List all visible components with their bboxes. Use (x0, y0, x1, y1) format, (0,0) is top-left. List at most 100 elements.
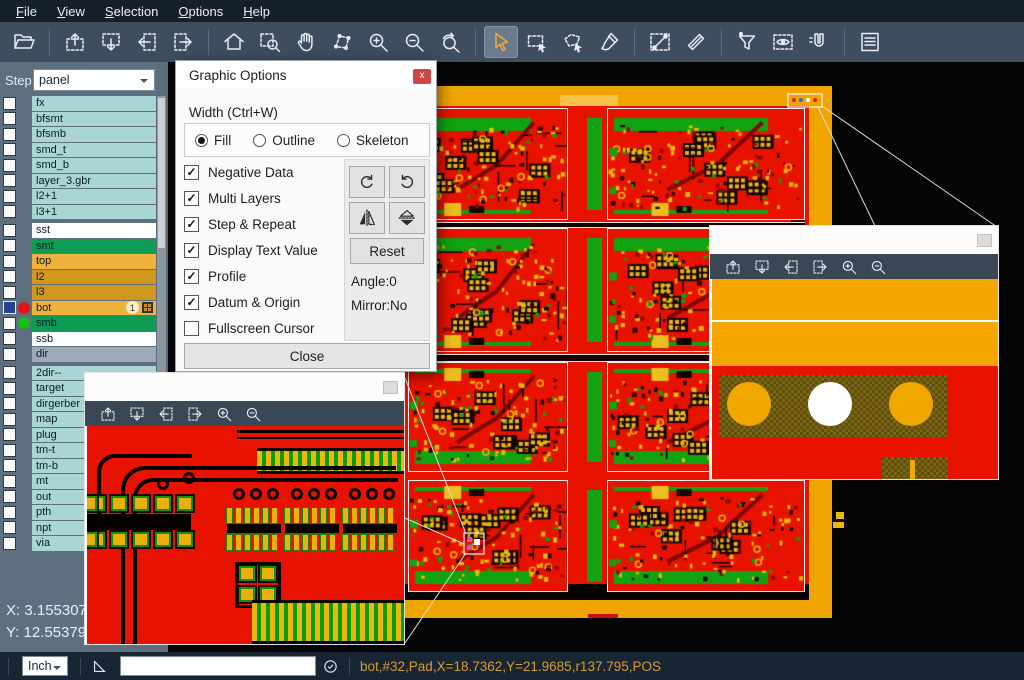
layer-name-cell[interactable]: fx (32, 96, 156, 111)
layer-row-top[interactable]: top (0, 254, 156, 269)
layer-checkbox[interactable] (3, 332, 16, 345)
region-zoom-button[interactable] (325, 26, 359, 58)
window-button[interactable] (383, 381, 398, 394)
poly-select-button[interactable] (556, 26, 590, 58)
zoom-out-button[interactable] (397, 26, 431, 58)
filter-button[interactable] (730, 26, 764, 58)
layer-row-bfsmb[interactable]: bfsmb (0, 127, 156, 142)
layer-row-l2[interactable]: l2 (0, 270, 156, 285)
layer-checkbox[interactable] (3, 475, 16, 488)
checkbox-datum-origin[interactable]: ✓Datum & Origin (184, 289, 318, 315)
zoom-out-button[interactable] (864, 256, 891, 278)
checkbox-fullscreen-cursor[interactable]: Fullscreen Cursor (184, 315, 318, 341)
panel-up-button[interactable] (719, 256, 746, 278)
radio-skeleton[interactable]: Skeleton (337, 133, 409, 148)
layer-row-fx[interactable]: fx (0, 96, 156, 111)
layer-checkbox[interactable] (3, 444, 16, 457)
panel-up-button[interactable] (94, 403, 121, 425)
magnifier-view[interactable] (712, 279, 998, 479)
menu-help[interactable]: Help (233, 2, 280, 21)
magnifier-title-bar[interactable] (710, 226, 998, 254)
layer-checkbox[interactable] (3, 112, 16, 125)
folder-open-button[interactable] (7, 26, 41, 58)
layer-checkbox[interactable] (3, 413, 16, 426)
panel-right-button[interactable] (166, 26, 200, 58)
checkbox-negative-data[interactable]: ✓Negative Data (184, 159, 318, 185)
layer-name-cell[interactable]: top (32, 254, 156, 269)
magnifier-view[interactable] (87, 426, 404, 644)
layer-name-cell[interactable]: smd_t (32, 143, 156, 158)
layer-row-ssb[interactable]: ssb (0, 332, 156, 347)
dialog-title-bar[interactable]: Graphic Options (176, 61, 436, 89)
ruler-button[interactable] (679, 26, 713, 58)
mirror-h-button[interactable] (349, 202, 385, 234)
layer-checkbox[interactable] (3, 317, 16, 330)
layer-name-cell[interactable]: smd_b (32, 158, 156, 173)
layer-name-cell[interactable]: ssb (32, 332, 156, 347)
layer-checkbox[interactable] (3, 239, 16, 252)
command-input[interactable] (120, 656, 316, 676)
layer-name-cell[interactable]: l2+1 (32, 189, 156, 204)
measure-line-button[interactable] (643, 26, 677, 58)
pcb-sub-board[interactable] (607, 480, 805, 592)
zoom-in-button[interactable] (210, 403, 237, 425)
scrollbar-thumb[interactable] (158, 98, 165, 248)
checkbox-box[interactable]: ✓ (184, 243, 199, 258)
layer-checkbox[interactable] (3, 224, 16, 237)
checkbox-box[interactable]: ✓ (184, 217, 199, 232)
panel-down-button[interactable] (123, 403, 150, 425)
layer-name-cell[interactable]: bfsmb (32, 127, 156, 142)
checkbox-multi-layers[interactable]: ✓Multi Layers (184, 185, 318, 211)
select-cursor-button[interactable] (484, 26, 518, 58)
layer-checkbox[interactable] (3, 366, 16, 379)
layer-name-cell[interactable]: smb (32, 316, 156, 331)
checkbox-box[interactable]: ✓ (184, 295, 199, 310)
panel-left-button[interactable] (777, 256, 804, 278)
menu-selection[interactable]: Selection (95, 2, 168, 21)
layer-name-cell[interactable]: sst (32, 223, 156, 238)
layer-checkbox[interactable] (3, 490, 16, 503)
layer-row-layer_3.gbr[interactable]: layer_3.gbr (0, 174, 156, 189)
layer-row-l2+1[interactable]: l2+1 (0, 189, 156, 204)
layer-checkbox[interactable] (3, 174, 16, 187)
layer-checkbox[interactable] (3, 143, 16, 156)
layer-checkbox[interactable] (3, 128, 16, 141)
layer-name-cell[interactable]: l3 (32, 285, 156, 300)
rotate-cw-button[interactable] (349, 166, 385, 198)
menu-view[interactable]: View (47, 2, 95, 21)
zoom-in-button[interactable] (835, 256, 862, 278)
checkbox-display-text-value[interactable]: ✓Display Text Value (184, 237, 318, 263)
layer-checkbox[interactable] (3, 301, 16, 314)
rect-select-button[interactable] (520, 26, 554, 58)
layer-row-bot[interactable]: bot1 (0, 301, 156, 316)
layer-checkbox[interactable] (3, 348, 16, 361)
panel-down-button[interactable] (94, 26, 128, 58)
checkbox-box[interactable]: ✓ (184, 191, 199, 206)
layer-checkbox[interactable] (3, 159, 16, 172)
zoom-in-button[interactable] (361, 26, 395, 58)
panel-down-button[interactable] (748, 256, 775, 278)
layer-checkbox[interactable] (3, 190, 16, 203)
reset-button[interactable]: Reset (350, 238, 424, 264)
layer-row-bfsmt[interactable]: bfsmt (0, 112, 156, 127)
checkbox-box[interactable]: ✓ (184, 269, 199, 284)
layer-name-cell[interactable]: bot1 (32, 301, 156, 316)
layer-checkbox[interactable] (3, 521, 16, 534)
layer-row-dir[interactable]: dir (0, 347, 156, 362)
panel-left-button[interactable] (152, 403, 179, 425)
clean-brush-button[interactable] (592, 26, 626, 58)
confirm-circle-icon[interactable] (322, 658, 339, 675)
pcb-sub-board[interactable] (408, 480, 568, 592)
layer-checkbox[interactable] (3, 205, 16, 218)
layer-name-cell[interactable]: dir (32, 347, 156, 362)
layer-name-cell[interactable]: smt (32, 239, 156, 254)
rotate-ccw-button[interactable] (389, 166, 425, 198)
layer-name-cell[interactable]: l2 (32, 270, 156, 285)
checkbox-profile[interactable]: ✓Profile (184, 263, 318, 289)
panel-right-button[interactable] (806, 256, 833, 278)
mirror-v-button[interactable] (389, 202, 425, 234)
zoom-previous-button[interactable] (433, 26, 467, 58)
view-eye-button[interactable] (766, 26, 800, 58)
close-button[interactable]: Close (184, 343, 430, 369)
layer-row-smd_t[interactable]: smd_t (0, 143, 156, 158)
